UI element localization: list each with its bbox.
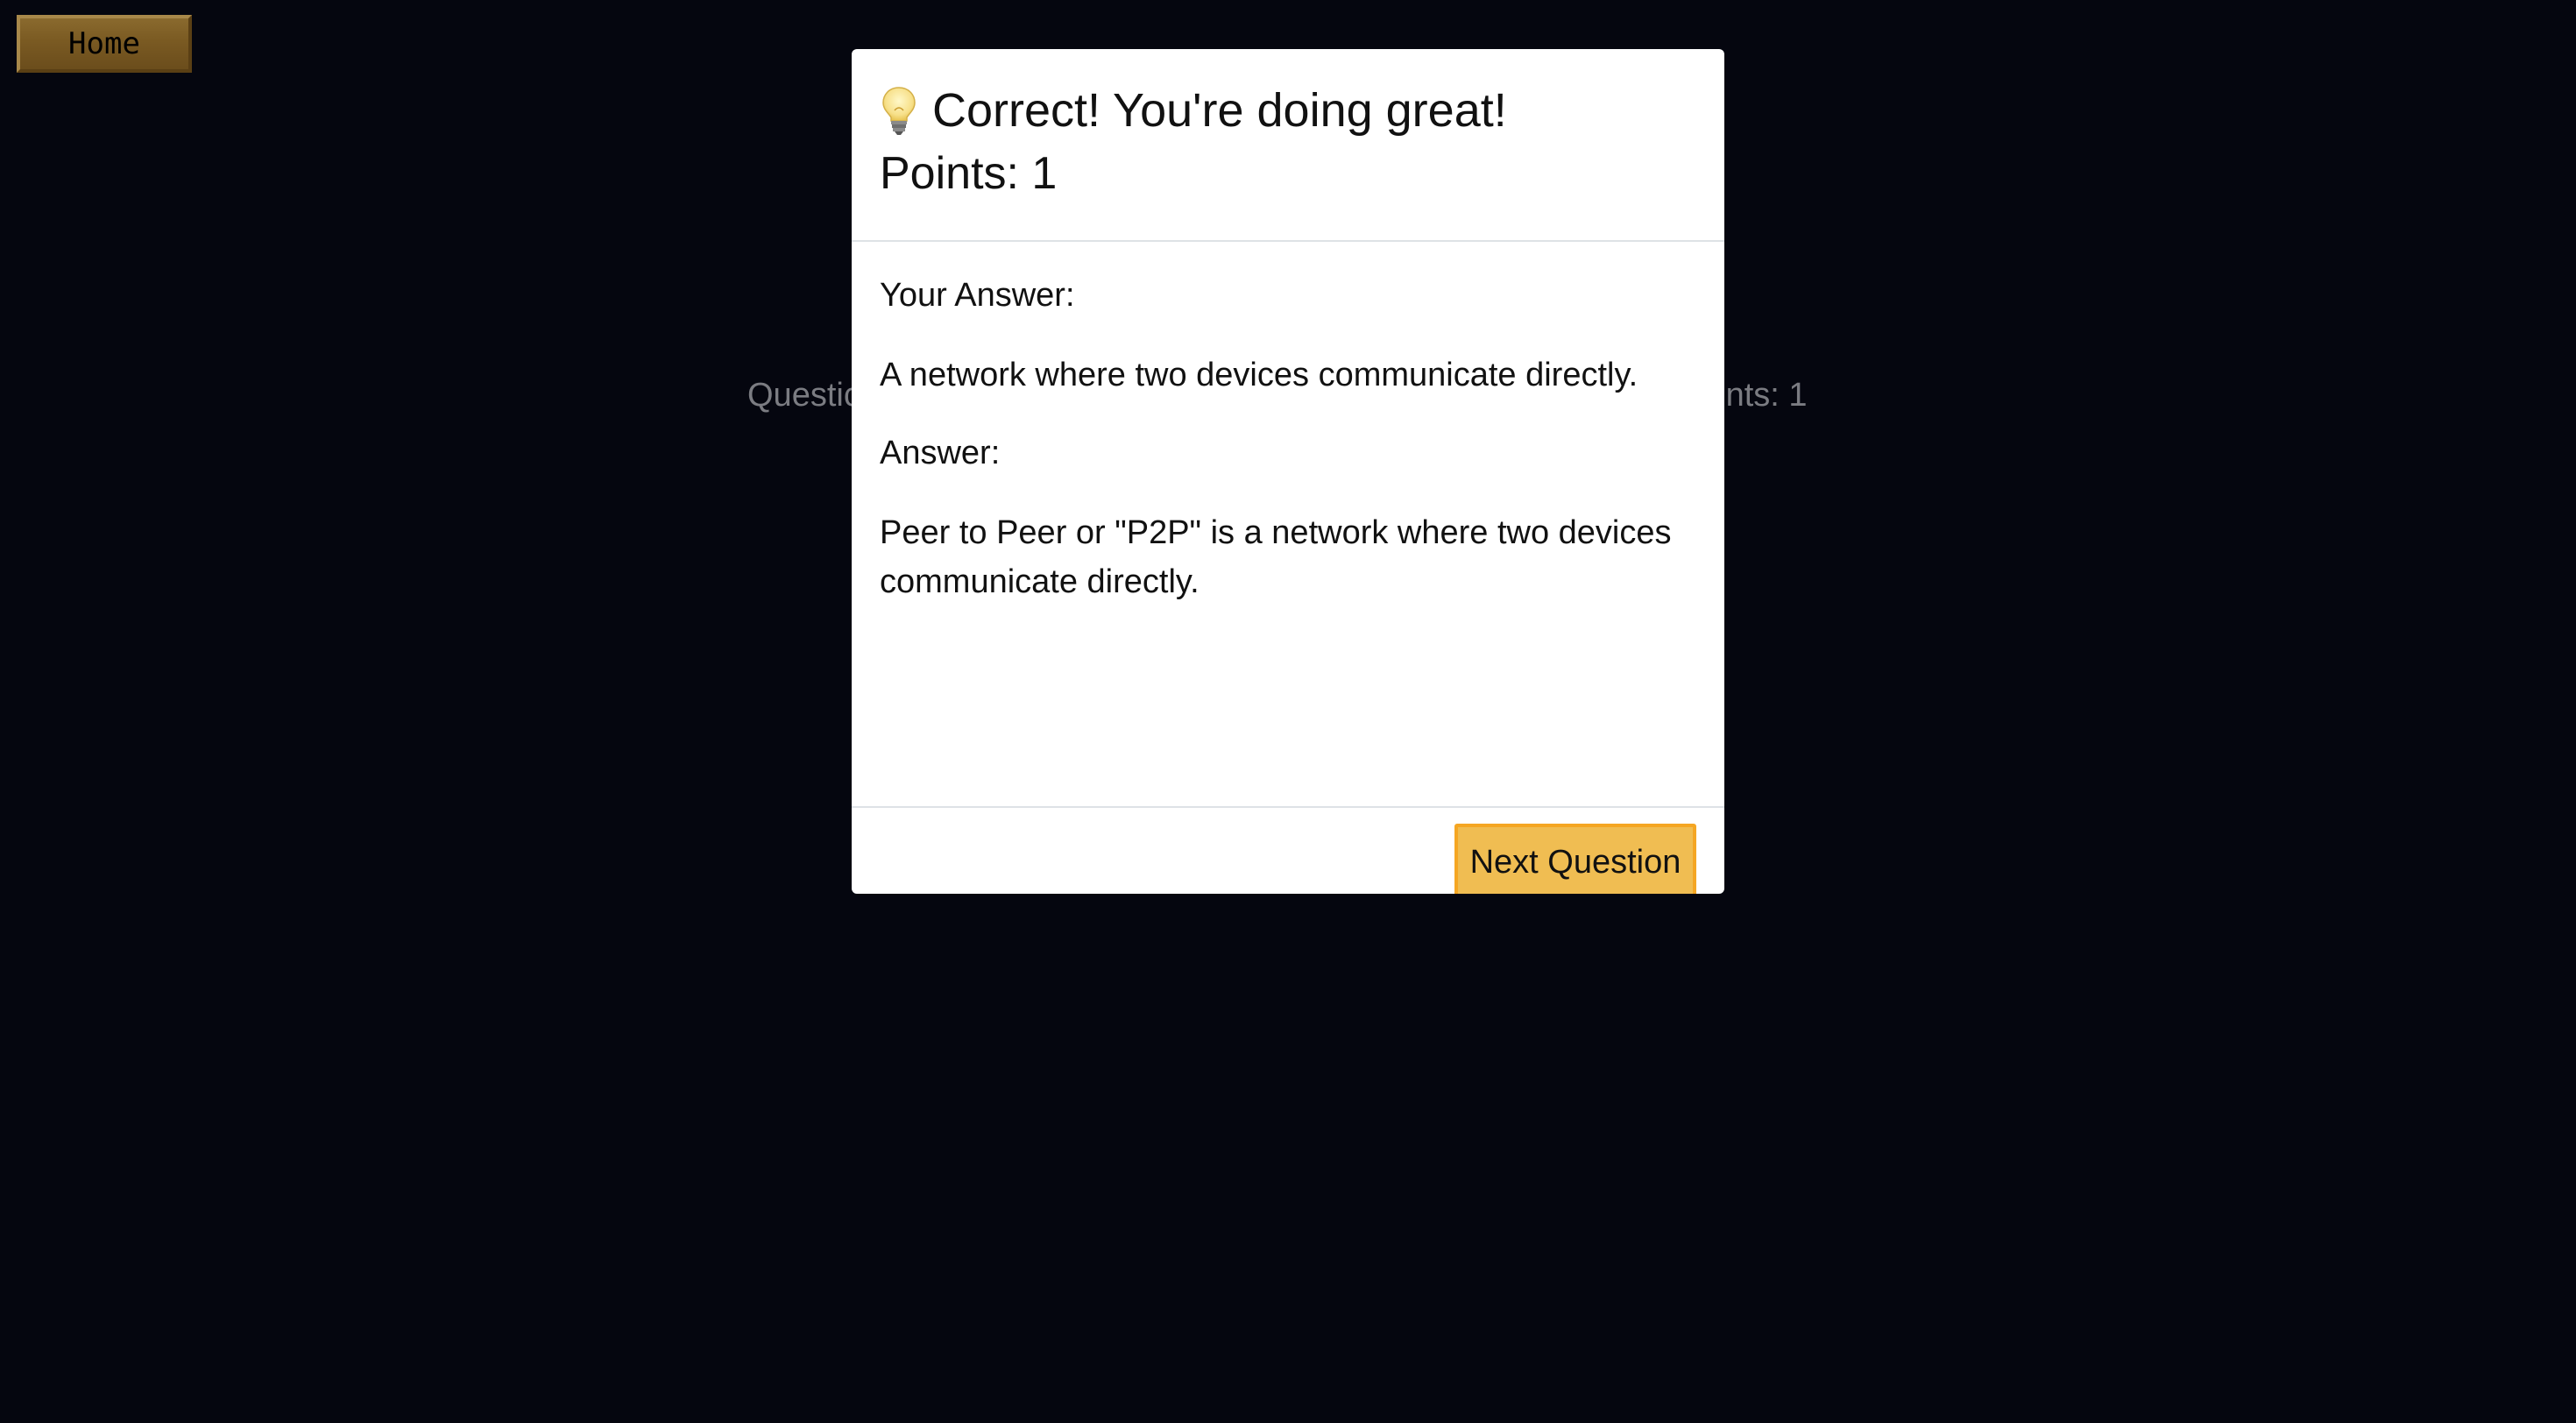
your-answer-label: Your Answer: <box>880 277 1075 314</box>
question-counter: Questic <box>747 377 860 414</box>
your-answer-text: A network where two devices communicate … <box>880 357 1638 393</box>
answer-text: Peer to Peer or "P2P" is a network where… <box>880 514 1672 600</box>
modal-body: Your Answer: A network where two devices… <box>852 242 1724 806</box>
modal-title-row: Correct! You're doing great! <box>880 75 1507 145</box>
lightbulb-icon <box>880 84 918 137</box>
modal-title: Correct! You're doing great! <box>932 84 1507 137</box>
points-display: Points: 1 <box>880 148 1058 199</box>
quiz-screen: Home Questic oints: 1 Correct! You're do… <box>0 0 2576 1423</box>
result-modal: Correct! You're doing great! Points: 1 Y… <box>852 49 1724 894</box>
answer-label: Answer: <box>880 435 1001 471</box>
modal-header: Correct! You're doing great! Points: 1 <box>852 49 1724 242</box>
home-button[interactable]: Home <box>17 15 192 73</box>
modal-footer: Next Question <box>852 806 1724 894</box>
next-question-button[interactable]: Next Question <box>1454 824 1696 894</box>
